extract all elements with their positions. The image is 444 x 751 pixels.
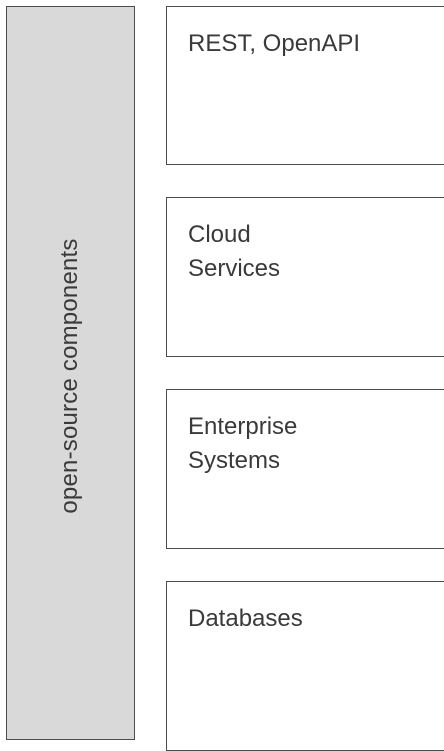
enterprise-systems-label: Enterprise Systems — [188, 413, 298, 474]
cloud-services-box: Cloud Services — [166, 197, 444, 357]
open-source-components-label: open-source components — [56, 238, 83, 514]
enterprise-systems-box: Enterprise Systems — [166, 389, 444, 549]
cloud-services-label: Cloud Services — [188, 221, 281, 282]
rest-openapi-box: REST, OpenAPI — [166, 6, 444, 165]
databases-label: Databases — [188, 605, 303, 632]
databases-box: Databases — [166, 581, 444, 751]
rest-openapi-label: REST, OpenAPI — [188, 30, 361, 57]
